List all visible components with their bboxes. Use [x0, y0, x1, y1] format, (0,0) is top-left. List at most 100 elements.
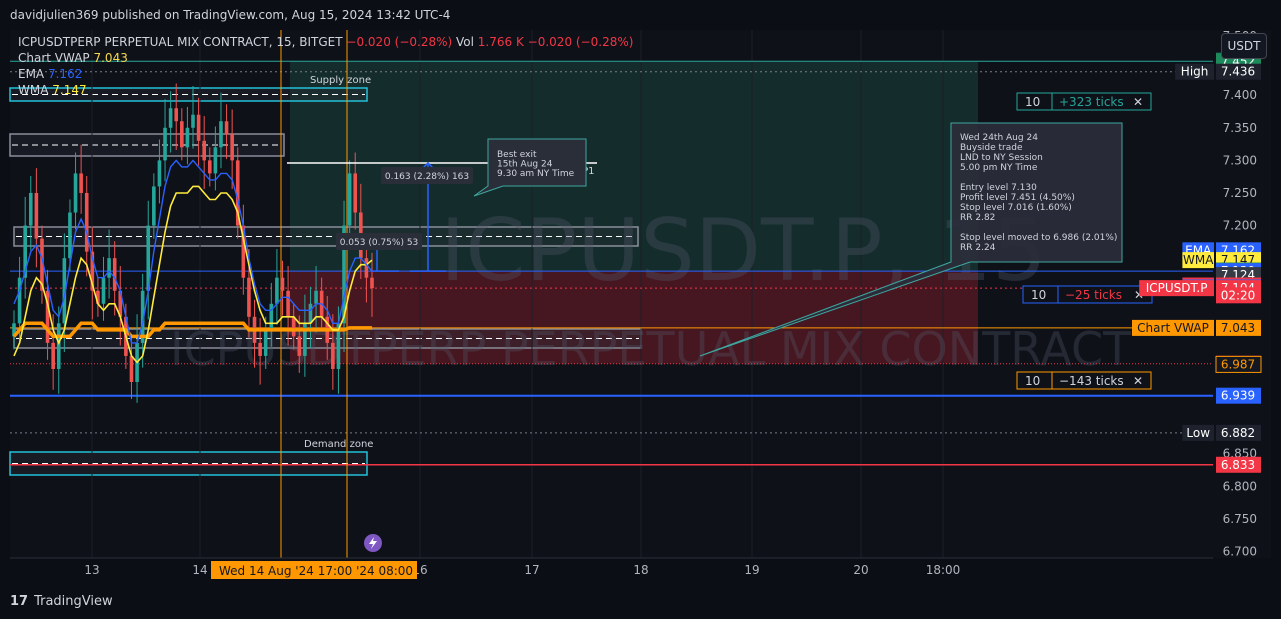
price-tick: 7.250: [1223, 186, 1257, 200]
best-exit-line-0: Best exit: [497, 150, 537, 160]
candle-body: [107, 258, 111, 278]
legend-wma-label[interactable]: WMA: [18, 83, 48, 97]
candle-body: [168, 108, 173, 128]
candle-body: [202, 140, 206, 161]
stop-ticks-box-ticks: −143 ticks: [1059, 374, 1124, 388]
candle-body: [129, 355, 134, 382]
candle-body: [51, 342, 55, 369]
price-badge[interactable]: 6.987: [1215, 355, 1262, 373]
legend-symbol[interactable]: ICPUSDTPERP PERPETUAL MIX CONTRACT, 15, …: [18, 35, 343, 49]
best-exit-line-2: 9.30 am NY Time: [497, 169, 575, 179]
measure-label-large-text: 0.163 (2.28%) 163: [385, 172, 469, 182]
legend-vwap-value: 7.043: [93, 51, 128, 65]
time-tick: 13: [84, 563, 99, 577]
candle-body: [331, 342, 335, 369]
legend-ema-value: 7.162: [47, 67, 83, 81]
candle-body: [207, 160, 212, 174]
tradingview-logo-icon: 17: [10, 594, 29, 609]
price-tick: 7.200: [1223, 219, 1257, 233]
candle-body: [353, 173, 358, 213]
price-tick: 7.400: [1223, 88, 1257, 102]
entry-ticks-box-qty: 10: [1031, 288, 1046, 302]
trade-note-line-8: RR 2.82: [960, 213, 995, 223]
price-tick: 6.700: [1223, 544, 1257, 558]
trade-note-line-2: LND to NY Session: [960, 153, 1043, 163]
price-badge-value: 7.436: [1221, 65, 1255, 79]
time-tick: 14: [192, 563, 207, 577]
trade-note-line-10: Stop level moved to 6.986 (2.01%): [960, 233, 1117, 243]
close-icon[interactable]: ✕: [1133, 95, 1143, 109]
price-badge[interactable]: 6.833: [1216, 456, 1261, 473]
demand-zone-label: Demand zone: [304, 439, 373, 450]
price-badge[interactable]: 6.882 Low: [1182, 424, 1261, 441]
measure-label-large: 0.163 (2.28%) 163: [381, 167, 473, 184]
candle-body: [297, 336, 302, 356]
target-ticks-box-qty: 10: [1025, 95, 1040, 109]
crosshair-time-label[interactable]: Wed 14 Aug '24 17:00 '24 08:00: [211, 561, 417, 579]
price-badge-label: WMA: [1183, 253, 1214, 267]
time-tick: 18: [633, 563, 648, 577]
stop-ticks-box[interactable]: 10 −143 ticks ✕: [1016, 371, 1152, 390]
candle-body: [286, 290, 290, 317]
price-tick: 6.750: [1223, 512, 1257, 526]
footer: 17 TradingView: [10, 592, 113, 612]
candle-body: [370, 277, 374, 289]
close-icon[interactable]: ✕: [1133, 374, 1143, 388]
candle-body: [291, 316, 296, 337]
time-tick: 20: [853, 563, 868, 577]
measure-label-small-text: 0.053 (0.75%) 53: [340, 238, 419, 248]
candle-body: [230, 134, 234, 161]
candle-body: [73, 173, 78, 213]
price-badge[interactable]: 6.939: [1216, 387, 1261, 404]
trade-note-line-5: Entry level 7.130: [960, 183, 1037, 193]
price-badge-value: 6.939: [1221, 389, 1255, 403]
price-badge[interactable]: 02:20: [1216, 287, 1261, 304]
trade-note-line-1: Buyside trade: [960, 143, 1023, 153]
candle-body: [79, 173, 83, 193]
legend-vol-label: Vol: [456, 35, 474, 49]
candle-body: [112, 258, 117, 291]
candle-body: [84, 192, 89, 252]
candle-body: [308, 303, 313, 324]
candle-body: [101, 277, 106, 304]
legend-ema-label[interactable]: EMA: [18, 67, 44, 81]
candle-body: [269, 303, 274, 330]
crosshair-time-text: Wed 14 Aug '24 17:00 '24 08:00: [219, 564, 413, 578]
target-ticks-box-ticks: +323 ticks: [1059, 95, 1124, 109]
currency-button[interactable]: USDT: [1221, 33, 1267, 59]
chart-legend: ICPUSDTPERP PERPETUAL MIX CONTRACT, 15, …: [18, 34, 633, 98]
time-tick: 17: [524, 563, 539, 577]
candle-body: [280, 277, 285, 291]
price-badge[interactable]: 7.436 High: [1175, 63, 1261, 80]
price-badge-value: 7.043: [1221, 321, 1255, 335]
candle-body: [275, 277, 279, 304]
price-badge-label: Chart VWAP: [1137, 321, 1209, 335]
entry-ticks-box[interactable]: 10 −25 ticks ✕: [1022, 285, 1153, 304]
candle-body: [28, 192, 33, 226]
trade-note-line-3: 5.00 pm NY Time: [960, 163, 1038, 173]
price-badge[interactable]: 7.043 Chart VWAP: [1132, 319, 1261, 336]
target-ticks-box[interactable]: 10 +323 ticks ✕: [1016, 92, 1152, 111]
entry-ticks-box-ticks: −25 ticks: [1065, 288, 1122, 302]
measure-label-small: 0.053 (0.75%) 53: [336, 233, 422, 250]
candle-body: [347, 173, 352, 226]
price-badge-label: High: [1181, 65, 1209, 79]
price-tick: 7.300: [1223, 153, 1257, 167]
price-badge-label: ICPUSDT.P: [1146, 281, 1208, 295]
candle-body: [152, 186, 156, 226]
best-exit-line-1: 15th Aug 24: [497, 160, 553, 170]
event-marker-icon[interactable]: [364, 534, 382, 552]
candle-body: [263, 329, 268, 356]
legend-vol-change: −0.020 (−0.28%): [527, 35, 634, 49]
price-tick: 7.350: [1223, 121, 1257, 135]
candle-body: [180, 121, 184, 148]
legend-vwap-label[interactable]: Chart VWAP: [18, 51, 90, 65]
candle-body: [224, 121, 229, 135]
candle-body: [163, 127, 167, 161]
candle-body: [185, 127, 190, 148]
legend-wma-value: 7.147: [52, 83, 87, 97]
candle-body: [196, 114, 201, 141]
candle-body: [213, 147, 218, 174]
legend-vol-value: 1.766 K: [477, 35, 524, 49]
trade-note-line-7: Stop level 7.016 (1.60%): [960, 203, 1072, 213]
